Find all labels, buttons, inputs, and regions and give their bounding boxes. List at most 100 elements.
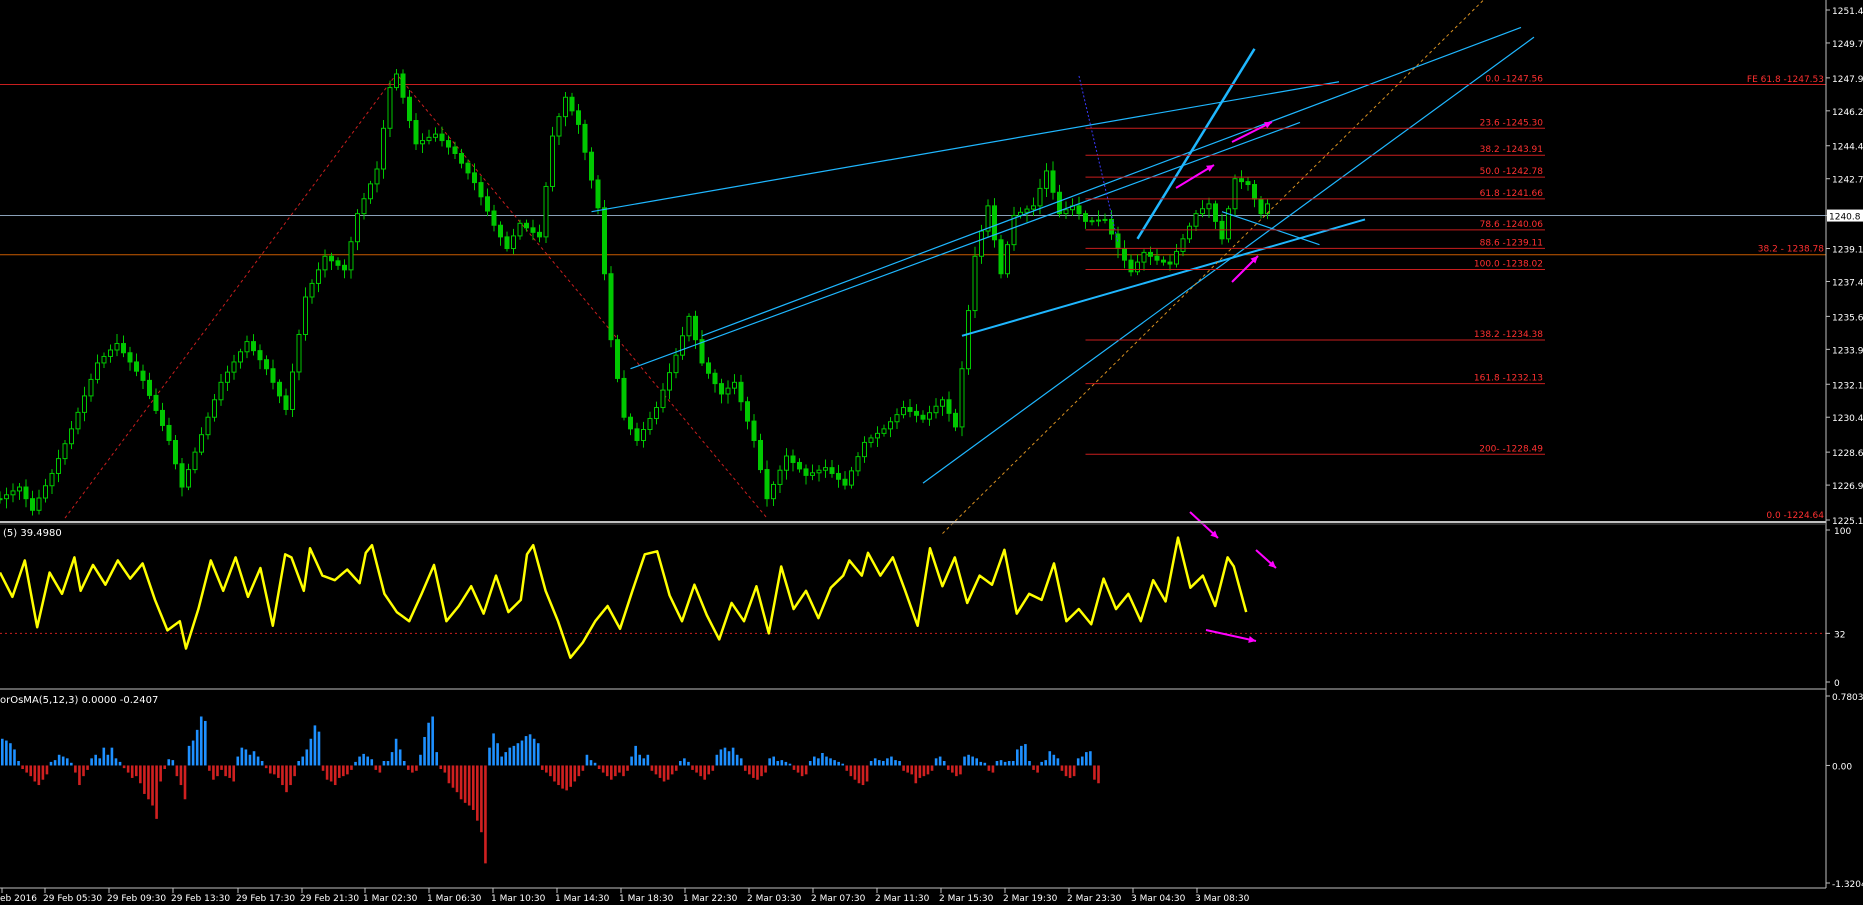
osma-bar xyxy=(305,749,309,766)
candle-body xyxy=(589,151,594,181)
osma-bar xyxy=(415,765,418,771)
candle-body xyxy=(1050,170,1056,193)
candle-body xyxy=(738,381,744,403)
osma-bar xyxy=(467,765,471,806)
osma-bar xyxy=(496,743,499,766)
osma-bar xyxy=(979,761,983,766)
osma-bar xyxy=(780,760,784,766)
candle-body xyxy=(719,383,724,395)
osma-bar xyxy=(451,765,455,788)
fe-label: 0.0 -1224.64 xyxy=(1766,511,1824,521)
time-tick-label: 29 Feb 21:30 xyxy=(300,894,359,904)
osma-bar xyxy=(317,731,321,766)
osma-bar xyxy=(337,765,341,778)
candle-body xyxy=(1037,187,1043,207)
osma-bar xyxy=(17,761,20,766)
osma-bar xyxy=(882,761,885,766)
candle-body xyxy=(1161,259,1166,263)
osma-bar xyxy=(362,753,365,766)
candle-body xyxy=(225,371,230,383)
candle-body xyxy=(413,120,419,145)
osma-bar xyxy=(735,754,739,766)
candle-body xyxy=(1063,209,1069,215)
osma-bar xyxy=(70,762,73,766)
osma-bar xyxy=(524,736,528,766)
osma-bar xyxy=(82,765,85,777)
candle-body xyxy=(790,455,796,463)
candle-body xyxy=(686,315,692,337)
osma-bar xyxy=(147,765,150,800)
osma-bar xyxy=(857,765,861,784)
osma-bar xyxy=(143,765,146,794)
osma-bar xyxy=(1028,761,1031,766)
osma-bar xyxy=(804,765,808,775)
candle-body xyxy=(894,414,900,423)
candle-body xyxy=(1187,225,1192,240)
osma-bar xyxy=(423,736,426,766)
osma-bar xyxy=(220,765,223,770)
osma-bar xyxy=(1036,765,1039,773)
osma-bar xyxy=(569,765,572,787)
osma-bar xyxy=(252,751,256,766)
candle-body xyxy=(784,455,789,471)
osma-bar xyxy=(553,765,556,782)
osma-bar xyxy=(670,765,674,775)
candle-body xyxy=(478,182,484,198)
candle-body xyxy=(329,255,334,262)
osma-bar xyxy=(106,754,110,766)
candle-body xyxy=(361,198,367,215)
osma-bar xyxy=(605,765,609,777)
osma-bar xyxy=(610,765,613,780)
osma-bar xyxy=(756,765,759,780)
osma-bar xyxy=(134,765,138,777)
candle-body xyxy=(49,472,55,487)
osma-bar xyxy=(715,754,719,766)
stochastic-label: (5) 39.4980 xyxy=(3,528,62,539)
time-tick-label: 2 Mar 19:30 xyxy=(1003,894,1058,904)
osma-bar xyxy=(731,747,735,766)
candle-body xyxy=(101,355,107,364)
candle-body xyxy=(1252,184,1257,200)
osma-bar xyxy=(114,758,118,766)
candle-body xyxy=(569,96,575,112)
candle-body xyxy=(1076,205,1082,215)
osma-bar xyxy=(273,765,276,775)
candle-body xyxy=(1005,244,1010,275)
osma-bar xyxy=(784,761,788,766)
osma-bar xyxy=(244,749,248,766)
candle-body xyxy=(1089,220,1095,223)
time-tick-label: 2 Mar 15:30 xyxy=(939,894,994,904)
osma-bar xyxy=(999,760,1003,766)
osma-tick-label: -1.3204 xyxy=(1832,880,1863,890)
candle-body xyxy=(108,349,113,357)
price-tick-label: 1246.2 xyxy=(1832,108,1863,118)
osma-bar xyxy=(796,765,800,773)
candle-body xyxy=(75,411,81,430)
candle-body xyxy=(10,490,16,496)
osma-bar xyxy=(13,749,16,766)
osma-bar xyxy=(691,765,694,770)
osma-bar xyxy=(175,765,179,777)
candle-body xyxy=(1024,208,1030,213)
candle-body xyxy=(693,315,698,341)
candle-body xyxy=(608,273,614,341)
osma-bar xyxy=(224,765,227,777)
osma-bar xyxy=(402,761,406,766)
osma-bar xyxy=(906,765,909,773)
candle-body xyxy=(1083,213,1088,222)
osma-bar xyxy=(65,758,69,766)
osma-bar xyxy=(139,765,142,784)
candle-body xyxy=(355,213,360,243)
osma-bar xyxy=(877,760,881,766)
time-tick-label: 1 Mar 22:30 xyxy=(683,894,738,904)
fib-level-label: 78.6 -1240.06 xyxy=(1480,220,1544,230)
osma-bar xyxy=(471,765,475,810)
candle-body xyxy=(459,152,464,164)
osma-bar xyxy=(902,765,905,771)
price-tick-label: 1228.6 xyxy=(1832,449,1863,459)
candle-body xyxy=(1232,178,1238,210)
osma-bar xyxy=(1052,754,1056,766)
candle-body xyxy=(563,96,568,118)
candle-body xyxy=(114,343,120,351)
candle-body xyxy=(283,395,289,410)
